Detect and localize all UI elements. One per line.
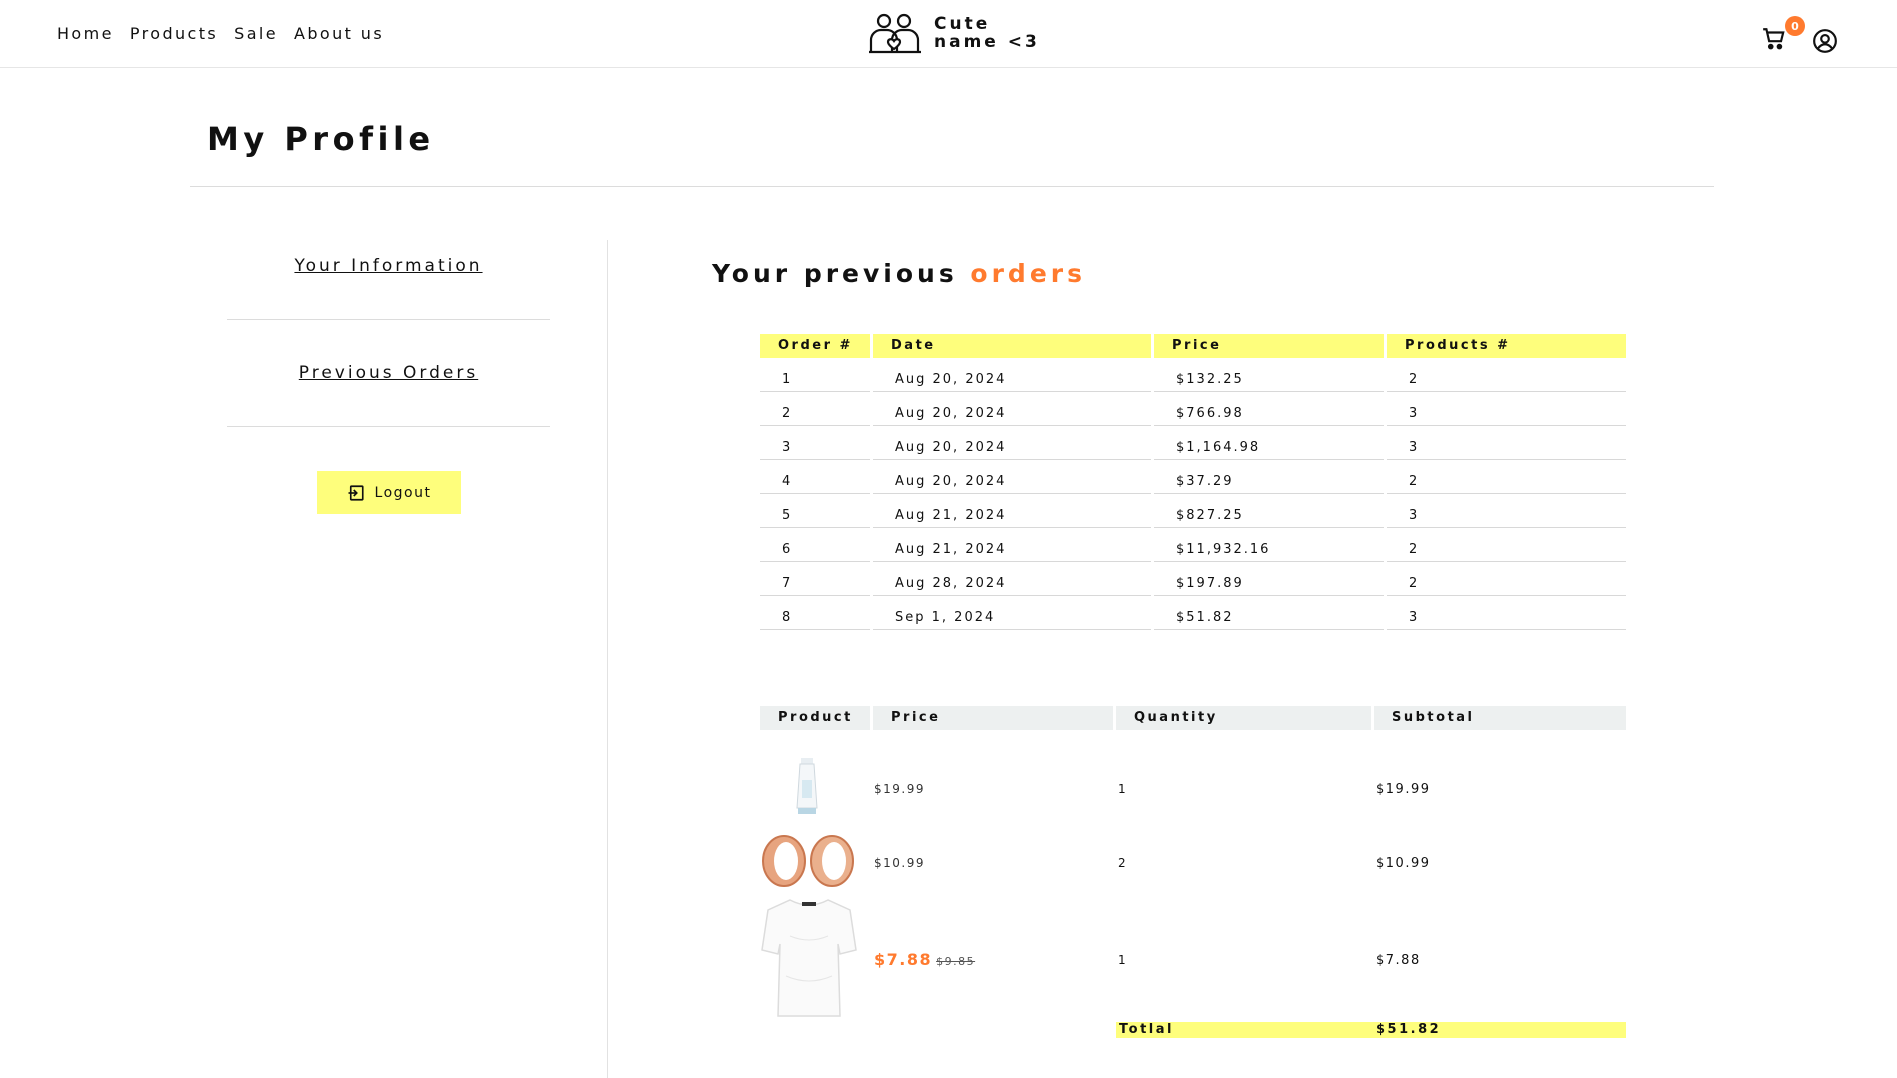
total-value: $51.82 <box>1376 1022 1442 1037</box>
order-row[interactable]: 4 Aug 20, 2024 $37.29 2 <box>760 460 1626 494</box>
order-row[interactable]: 6 Aug 21, 2024 $11,932.16 2 <box>760 528 1626 562</box>
order-products-count: 3 <box>1387 494 1626 528</box>
order-price: $766.98 <box>1154 392 1384 426</box>
order-number: 4 <box>760 460 870 494</box>
main-nav: Home Products Sale About us <box>57 24 384 43</box>
order-detail-header: Product Price Quantity Subtotal <box>760 706 1626 730</box>
order-products-count: 2 <box>1387 528 1626 562</box>
total-label: Totlal <box>1119 1022 1174 1037</box>
order-price: $51.82 <box>1154 596 1384 630</box>
orders-section-title: Your previous orders <box>712 259 1086 288</box>
item-quantity: 1 <box>1118 953 1128 967</box>
title-divider <box>190 186 1714 187</box>
order-row[interactable]: 3 Aug 20, 2024 $1,164.98 3 <box>760 426 1626 460</box>
order-products-count: 2 <box>1387 562 1626 596</box>
item-subtotal: $10.99 <box>1376 856 1431 871</box>
order-number: 7 <box>760 562 870 596</box>
column-header-products: Products # <box>1387 334 1626 358</box>
logout-label: Logout <box>374 484 432 501</box>
nav-home-link[interactable]: Home <box>57 24 114 43</box>
user-circle-icon[interactable] <box>1812 28 1838 54</box>
order-products-count: 3 <box>1387 392 1626 426</box>
order-date: Sep 1, 2024 <box>873 596 1151 630</box>
order-number: 8 <box>760 596 870 630</box>
order-number: 2 <box>760 392 870 426</box>
nav-products-link[interactable]: Products <box>130 24 218 43</box>
order-price: $132.25 <box>1154 358 1384 392</box>
white-tshirt-image[interactable] <box>760 896 858 1020</box>
sidebar-item-previous-orders[interactable]: Previous Orders <box>227 363 550 383</box>
item-price: $19.99 <box>874 782 925 796</box>
item-quantity: 2 <box>1118 856 1128 870</box>
cart-icon[interactable] <box>1761 26 1787 52</box>
cart-count-badge: 0 <box>1785 16 1805 36</box>
order-row[interactable]: 8 Sep 1, 2024 $51.82 3 <box>760 596 1626 630</box>
brand-line-2: name <3 <box>934 32 1040 52</box>
cream-tube-image[interactable] <box>792 758 822 816</box>
column-header-order: Order # <box>760 334 870 358</box>
item-subtotal: $7.88 <box>1376 953 1421 968</box>
order-row[interactable]: 2 Aug 20, 2024 $766.98 3 <box>760 392 1626 426</box>
order-item-row: $10.99 2 $10.99 <box>760 832 1626 894</box>
order-date: Aug 21, 2024 <box>873 528 1151 562</box>
brand-logo[interactable]: Cute name <3 <box>868 12 1040 54</box>
item-subtotal: $19.99 <box>1376 782 1431 797</box>
order-total-row: Totlal $51.82 <box>1116 1022 1626 1038</box>
order-date: Aug 28, 2024 <box>873 562 1151 596</box>
order-number: 1 <box>760 358 870 392</box>
nav-about-link[interactable]: About us <box>294 24 384 43</box>
order-products-count: 3 <box>1387 426 1626 460</box>
top-navbar: Home Products Sale About us Cute name <3… <box>0 0 1897 68</box>
order-item-row: $7.88 $9.85 1 $7.88 <box>760 896 1626 1022</box>
sidebar-divider <box>227 426 550 427</box>
item-price: $7.88 $9.85 <box>874 950 975 969</box>
order-date: Aug 20, 2024 <box>873 426 1151 460</box>
order-row[interactable]: 5 Aug 21, 2024 $827.25 3 <box>760 494 1626 528</box>
order-item-row: $19.99 1 $19.99 <box>760 758 1626 820</box>
order-price: $197.89 <box>1154 562 1384 596</box>
order-date: Aug 20, 2024 <box>873 460 1151 494</box>
item-original-price: $9.85 <box>936 955 976 968</box>
order-price: $1,164.98 <box>1154 426 1384 460</box>
column-header-subtotal: Subtotal <box>1374 706 1626 730</box>
order-price: $11,932.16 <box>1154 528 1384 562</box>
order-date: Aug 21, 2024 <box>873 494 1151 528</box>
item-price: $10.99 <box>874 856 925 870</box>
column-header-price: Price <box>873 706 1113 730</box>
column-header-product: Product <box>760 706 870 730</box>
logout-icon <box>348 484 364 501</box>
order-price: $827.25 <box>1154 494 1384 528</box>
order-products-count: 2 <box>1387 460 1626 494</box>
order-products-count: 3 <box>1387 596 1626 630</box>
sidebar-divider <box>227 319 550 320</box>
column-header-quantity: Quantity <box>1116 706 1371 730</box>
page-title: My Profile <box>207 120 435 158</box>
order-number: 6 <box>760 528 870 562</box>
order-row[interactable]: 7 Aug 28, 2024 $197.89 2 <box>760 562 1626 596</box>
column-header-date: Date <box>873 334 1151 358</box>
order-number: 5 <box>760 494 870 528</box>
orders-table-header: Order # Date Price Products # <box>760 334 1626 358</box>
sidebar-item-your-information[interactable]: Your Information <box>227 256 550 276</box>
order-number: 3 <box>760 426 870 460</box>
item-quantity: 1 <box>1118 782 1128 796</box>
order-products-count: 2 <box>1387 358 1626 392</box>
orders-title-accent: orders <box>970 259 1086 288</box>
order-row[interactable]: 1 Aug 20, 2024 $132.25 2 <box>760 358 1626 392</box>
logout-button[interactable]: Logout <box>317 471 461 514</box>
column-header-price: Price <box>1154 334 1384 358</box>
rose-gold-rings-image[interactable] <box>760 832 858 890</box>
orders-table: Order # Date Price Products # 1 Aug 20, … <box>760 334 1626 630</box>
orders-title-prefix: Your previous <box>712 259 971 288</box>
item-sale-price: $7.88 <box>874 950 933 969</box>
order-date: Aug 20, 2024 <box>873 392 1151 426</box>
sidebar-separator <box>607 240 608 1078</box>
order-price: $37.29 <box>1154 460 1384 494</box>
brand-line-1: Cute <box>934 14 991 34</box>
brand-name: Cute name <3 <box>934 15 1040 51</box>
order-date: Aug 20, 2024 <box>873 358 1151 392</box>
order-detail-table: Product Price Quantity Subtotal $19.99 1… <box>760 706 1626 1017</box>
couple-heart-icon <box>869 13 921 54</box>
nav-sale-link[interactable]: Sale <box>234 24 278 43</box>
